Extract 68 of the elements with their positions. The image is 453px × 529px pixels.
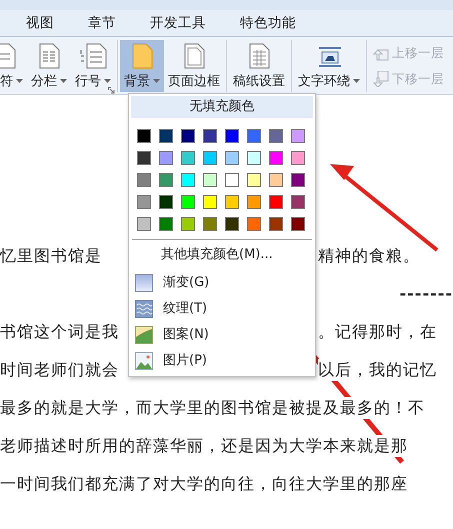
color-swatch[interactable] — [291, 129, 305, 143]
color-swatch[interactable] — [247, 129, 261, 143]
color-swatch[interactable] — [247, 217, 261, 231]
color-swatch[interactable] — [159, 151, 173, 165]
color-swatch[interactable] — [269, 217, 283, 231]
color-swatch[interactable] — [225, 173, 239, 187]
color-swatch[interactable] — [269, 195, 283, 209]
ribbon-tab[interactable]: 章节 — [86, 10, 118, 36]
color-swatch[interactable] — [137, 129, 151, 143]
color-swatch[interactable] — [181, 217, 195, 231]
menu-item[interactable]: 图案(N) — [129, 322, 315, 348]
texture-icon — [135, 300, 153, 318]
menu-item[interactable]: 纹理(T) — [129, 296, 315, 322]
color-swatch[interactable] — [247, 173, 261, 187]
paragraph-text: 最多的就是大学，而大学里的图书馆是被提及最多的！不 — [0, 397, 425, 419]
no-fill-option[interactable]: 无填充颜色 — [131, 96, 313, 118]
color-swatch[interactable] — [225, 195, 239, 209]
color-swatch[interactable] — [247, 195, 261, 209]
line-numbers-icon — [79, 42, 107, 70]
color-swatch[interactable] — [203, 217, 217, 231]
arrow-down-icon — [373, 71, 389, 87]
pattern-icon — [135, 326, 153, 344]
color-swatch[interactable] — [247, 151, 261, 165]
ribbon-button[interactable]: 文字环绕 — [294, 40, 364, 92]
ribbon-button[interactable]: 分栏 — [27, 40, 71, 92]
color-swatch[interactable] — [291, 173, 305, 187]
menu-item[interactable]: 图片(P) — [129, 348, 315, 374]
color-swatch[interactable] — [137, 195, 151, 209]
ribbon-button[interactable]: 行号 — [71, 40, 115, 92]
paragraph-text: 以后，我的记忆 — [318, 359, 437, 381]
paragraph-text: 老师描述时所用的辞藻华丽，还是因为大学本来就是那 — [0, 435, 408, 457]
color-swatch[interactable] — [291, 151, 305, 165]
color-swatch[interactable] — [137, 151, 151, 165]
color-swatch[interactable] — [181, 129, 195, 143]
menu-item[interactable]: 其他填充颜色(M)... — [129, 240, 315, 270]
color-swatch[interactable] — [225, 129, 239, 143]
color-swatch[interactable] — [159, 217, 173, 231]
ribbon-tab[interactable]: 视图 — [24, 10, 56, 36]
ribbon-button[interactable]: 页面边框 — [164, 40, 224, 92]
ribbon-button[interactable]: 稿纸设置 — [229, 40, 289, 92]
color-swatch[interactable] — [181, 195, 195, 209]
color-swatch[interactable] — [203, 129, 217, 143]
color-swatch[interactable] — [269, 129, 283, 143]
ribbon-button[interactable]: 背景 — [120, 40, 164, 92]
color-swatch[interactable] — [137, 173, 151, 187]
color-swatch[interactable] — [269, 151, 283, 165]
color-swatch[interactable] — [269, 173, 283, 187]
color-swatch[interactable] — [159, 129, 173, 143]
color-swatch[interactable] — [203, 195, 217, 209]
color-swatch[interactable] — [181, 151, 195, 165]
color-swatch[interactable] — [291, 195, 305, 209]
color-swatch[interactable] — [291, 217, 305, 231]
color-swatch[interactable] — [159, 173, 173, 187]
ribbon-button[interactable]: 符 — [0, 40, 27, 92]
color-swatch[interactable] — [137, 217, 151, 231]
menu-item[interactable]: 渐变(G) — [129, 270, 315, 296]
ribbon-tab[interactable]: 开发工具 — [148, 10, 208, 36]
dialog-launcher-icon — [108, 87, 115, 94]
color-swatch[interactable] — [181, 173, 195, 187]
color-swatch[interactable] — [225, 217, 239, 231]
gradient-icon — [135, 274, 153, 292]
image-icon — [135, 352, 153, 370]
page-icon — [0, 42, 16, 70]
color-swatch[interactable] — [159, 195, 173, 209]
ribbon-tab[interactable]: 特色功能 — [238, 10, 298, 36]
color-swatch[interactable] — [203, 151, 217, 165]
color-swatch[interactable] — [203, 173, 217, 187]
color-swatch[interactable] — [225, 151, 239, 165]
